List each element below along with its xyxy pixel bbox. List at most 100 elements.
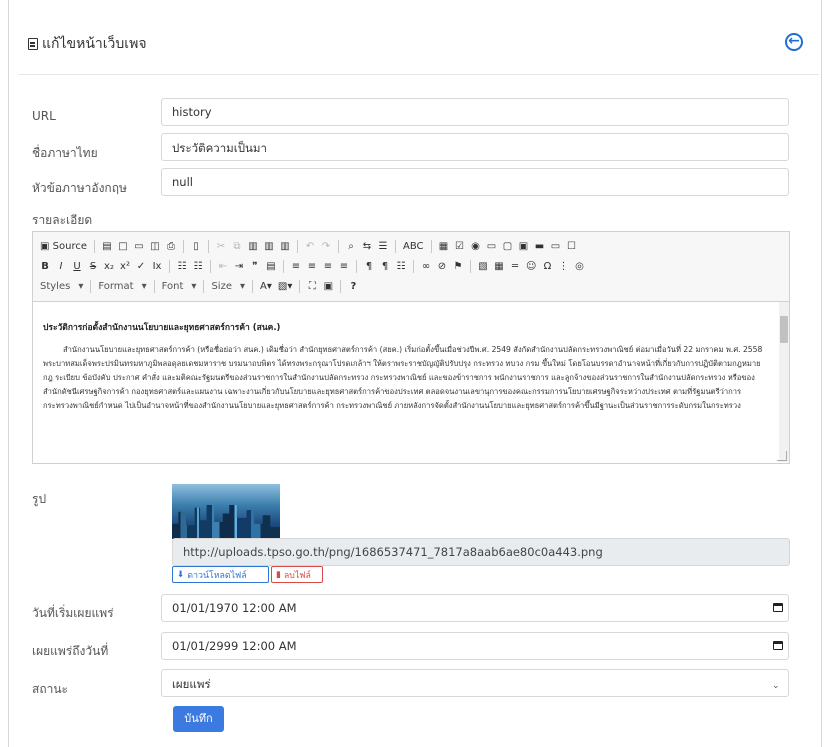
ltr-icon[interactable]: ¶ — [364, 259, 374, 273]
image-button-icon[interactable]: ▭ — [551, 239, 561, 253]
image-icon[interactable]: ▧ — [478, 259, 488, 273]
undo-icon[interactable]: ↶ — [305, 239, 315, 253]
spellcheck-icon[interactable]: ABC — [403, 239, 424, 253]
size-dropdown[interactable]: Size ▾ — [211, 281, 245, 292]
underline-icon[interactable]: U — [72, 259, 82, 273]
back-icon[interactable]: ← — [785, 33, 803, 51]
numbered-list-icon[interactable]: ☷ — [177, 259, 187, 273]
thai-name-label: ชื่อภาษาไทย — [32, 146, 98, 160]
replace-icon[interactable]: ⇆ — [362, 239, 372, 253]
textarea-icon[interactable]: ▢ — [503, 239, 513, 253]
bullet-list-icon[interactable]: ☷ — [193, 259, 203, 273]
uploaded-image-thumbnail — [172, 484, 280, 539]
div-icon[interactable]: ▤ — [266, 259, 276, 273]
redo-icon[interactable]: ↷ — [321, 239, 331, 253]
save-icon[interactable]: ▤ — [102, 239, 112, 253]
publish-end-input[interactable]: 01/01/2999 12:00 AM — [161, 632, 789, 660]
language-icon[interactable]: ☷ — [396, 259, 406, 273]
paste-text-icon[interactable]: ▥ — [264, 239, 274, 253]
content-paragraph: สำนักงานนโยบายและยุทธศาสตร์การค้า (หรือช… — [43, 345, 763, 410]
justify-icon[interactable]: ≡ — [339, 259, 349, 273]
document-icon[interactable]: ▯ — [191, 239, 201, 253]
print-icon[interactable]: ⎙ — [166, 239, 176, 253]
strike-icon[interactable]: S — [88, 259, 98, 273]
blockquote-icon[interactable]: ❞ — [250, 259, 260, 273]
table-icon[interactable]: ▦ — [494, 259, 504, 273]
indent-icon[interactable]: ⇥ — [234, 259, 244, 273]
status-label: สถานะ — [32, 682, 68, 696]
url-input[interactable]: history — [161, 98, 789, 126]
align-left-icon[interactable]: ≡ — [291, 259, 301, 273]
select-icon[interactable]: ▣ — [519, 239, 529, 253]
editor-toolbar: ▣ Source ▤ □ ▭ ◫ ⎙ ▯ ✂ ⧉ ▥ ▥ ▥ ↶ ↷ ⌕ ⇆ ☰ ABC ▦ ☑ ◉ ▭ ▢ ▣ ▬ ▭ ☐ … — [33, 232, 789, 302]
align-right-icon[interactable]: ≡ — [323, 259, 333, 273]
button-icon[interactable]: ▬ — [535, 239, 545, 253]
font-dropdown[interactable]: Font ▾ — [162, 281, 197, 292]
show-blocks-icon[interactable]: ▣ — [323, 279, 333, 293]
edit-card: แก้ไขหน้าเว็บเพจ ← URL history ชื่อภาษาไ… — [9, 0, 821, 747]
save-button[interactable]: บันทึก — [173, 706, 224, 732]
templates-icon[interactable]: ▭ — [134, 239, 144, 253]
align-center-icon[interactable]: ≡ — [307, 259, 317, 273]
maximize-icon[interactable]: ⛶ — [307, 279, 317, 293]
unlink-icon[interactable]: ⊘ — [437, 259, 447, 273]
thai-name-input[interactable]: ประวัติความเป็นมา — [161, 133, 789, 161]
remove-format-icon[interactable]: Ix — [152, 259, 162, 273]
chevron-down-icon[interactable]: ⌄ — [772, 681, 780, 691]
anchor-icon[interactable]: ⚑ — [453, 259, 463, 273]
find-icon[interactable]: ⌕ — [346, 239, 356, 253]
checkbox-icon[interactable]: ☑ — [455, 239, 465, 253]
select-all-icon[interactable]: ☰ — [378, 239, 388, 253]
paste-icon[interactable]: ▥ — [248, 239, 258, 253]
styles-dropdown[interactable]: Styles ▾ — [40, 281, 83, 292]
english-name-input[interactable]: null — [161, 168, 789, 196]
source-button[interactable]: ▣ Source — [40, 239, 87, 253]
download-file-button[interactable]: ⬇ ดาวน์โหลดไฟล์ — [172, 566, 269, 583]
help-button[interactable]: ? — [348, 279, 358, 293]
page-title-text: แก้ไขหน้าเว็บเพจ — [42, 36, 147, 52]
publish-start-label: วันที่เริ่มเผยแพร่ — [32, 606, 114, 620]
format-dropdown[interactable]: Format ▾ — [98, 281, 146, 292]
delete-file-button[interactable]: ▮ ลบไฟล์ — [271, 566, 323, 583]
link-icon[interactable]: ∞ — [421, 259, 431, 273]
new-page-icon[interactable]: □ — [118, 239, 128, 253]
background-color-icon[interactable]: ▧▾ — [278, 279, 292, 293]
outdent-icon[interactable]: ⇤ — [218, 259, 228, 273]
iframe-icon[interactable]: ◎ — [574, 259, 584, 273]
download-icon: ⬇ — [177, 569, 185, 580]
rich-text-editor[interactable]: ▣ Source ▤ □ ▭ ◫ ⎙ ▯ ✂ ⧉ ▥ ▥ ▥ ↶ ↷ ⌕ ⇆ ☰ ABC ▦ ☑ ◉ ▭ ▢ ▣ ▬ ▭ ☐ … — [32, 231, 790, 464]
calendar-icon[interactable] — [773, 603, 783, 612]
bold-icon[interactable]: B — [40, 259, 50, 273]
italic-icon[interactable]: I — [56, 259, 66, 273]
resize-handle[interactable] — [777, 451, 787, 461]
copy-icon[interactable]: ⧉ — [232, 239, 242, 253]
publish-start-input[interactable]: 01/01/1970 12:00 AM — [161, 594, 789, 622]
textfield-icon[interactable]: ▭ — [487, 239, 497, 253]
status-select[interactable]: เผยแพร่ — [161, 669, 789, 697]
special-character-icon[interactable]: Ω — [542, 259, 552, 273]
smiley-icon[interactable]: ☺ — [526, 259, 536, 273]
editor-scroll-thumb[interactable] — [780, 316, 788, 343]
paste-word-icon[interactable]: ▥ — [280, 239, 290, 253]
page-title: แก้ไขหน้าเว็บเพจ — [28, 33, 147, 55]
superscript-icon[interactable]: x² — [120, 259, 130, 273]
radio-icon[interactable]: ◉ — [471, 239, 481, 253]
cut-icon[interactable]: ✂ — [216, 239, 226, 253]
editor-content[interactable]: ประวัติการก่อตั้งสำนักงานนโยบายและยุทธศา… — [33, 302, 780, 462]
preview-icon[interactable]: ◫ — [150, 239, 160, 253]
horizontal-line-icon[interactable]: ═ — [510, 259, 520, 273]
hidden-field-icon[interactable]: ☐ — [567, 239, 577, 253]
document-icon — [28, 38, 38, 50]
calendar-icon[interactable] — [773, 641, 783, 650]
city-skyline-image — [172, 505, 280, 539]
english-name-label: หัวข้อภาษาอังกฤษ — [32, 181, 127, 195]
page-break-icon[interactable]: ⋮ — [558, 259, 568, 273]
copy-format-icon[interactable]: ✓ — [136, 259, 146, 273]
url-label: URL — [32, 109, 56, 123]
editor-scrollbar[interactable] — [779, 302, 789, 462]
content-heading: ประวัติการก่อตั้งสำนักงานนโยบายและยุทธศา… — [43, 323, 281, 333]
text-color-icon[interactable]: A▾ — [260, 279, 272, 293]
rtl-icon[interactable]: ¶ — [380, 259, 390, 273]
form-icon[interactable]: ▦ — [439, 239, 449, 253]
subscript-icon[interactable]: x₂ — [104, 259, 114, 273]
